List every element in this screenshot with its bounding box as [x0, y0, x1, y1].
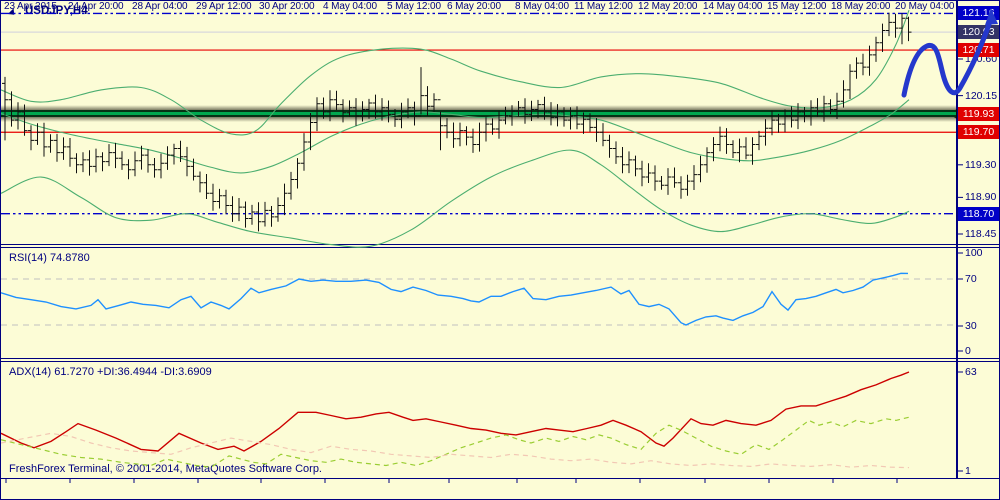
bollinger-upper-band	[1, 9, 910, 136]
price-axis-border	[956, 1, 958, 479]
time-axis-label: 28 Apr 04:00	[132, 1, 188, 12]
terminal-copyright: FreshForex Terminal, © 2001-2014, MetaQu…	[9, 463, 322, 475]
adx-axis-label: 63	[965, 366, 977, 378]
time-axis-label: 4 May 04:00	[323, 1, 377, 12]
adx-series-di	[1, 416, 910, 468]
chart-window: USDJPY,H4 RSI(14) 74.8780 ADX(14) 61.727…	[0, 0, 1000, 500]
price-badge-120-93: 120.93	[958, 25, 999, 40]
time-axis-label: 8 May 04:00	[515, 1, 569, 12]
bollinger-lower-band	[1, 149, 910, 248]
price-badge-121-16: 121.16	[958, 6, 999, 21]
time-axis-label: 23 Apr 2015	[4, 1, 57, 12]
time-axis-label: 29 Apr 12:00	[196, 1, 252, 12]
price-tick-label: 118.45	[965, 228, 997, 240]
price-badge-119-93: 119.93	[958, 106, 999, 121]
time-axis-label: 14 May 04:00	[703, 1, 763, 12]
adx-indicator-label: ADX(14) 61.7270 +DI:36.4944 -DI:3.6909	[9, 366, 212, 378]
panel-separator-main-rsi[interactable]	[1, 244, 999, 248]
price-badge-118-70: 118.70	[958, 206, 999, 221]
price-tick-label: 119.30	[965, 158, 997, 171]
time-axis-label: 18 May 20:00	[831, 1, 891, 12]
rsi-indicator-label: RSI(14) 74.8780	[9, 252, 90, 264]
rsi-axis-label: 30	[965, 320, 977, 332]
adx-series-adx	[1, 371, 910, 452]
time-axis-label: 30 Apr 20:00	[259, 1, 315, 12]
time-axis-label: 24 Apr 20:00	[68, 1, 124, 12]
chart-canvas[interactable]	[1, 1, 1000, 500]
price-badge-120-71: 120.71	[958, 43, 999, 58]
price-badge-pointer-icon	[949, 108, 957, 119]
time-axis-label: 5 May 12:00	[387, 1, 441, 12]
rsi-axis-label: 70	[965, 273, 977, 285]
bollinger-middle-band	[1, 99, 910, 174]
panel-separator-rsi-adx[interactable]	[1, 358, 999, 362]
time-axis-label: 12 May 20:00	[638, 1, 698, 12]
rsi-axis-label: 100	[965, 247, 983, 259]
rsi-line	[1, 272, 909, 326]
time-axis-label: 15 May 12:00	[767, 1, 827, 12]
time-axis-label: 6 May 20:00	[447, 1, 501, 12]
time-axis-label: 11 May 12:00	[574, 1, 633, 12]
rsi-axis-label: 0	[965, 345, 971, 357]
price-tick-label: 118.90	[965, 191, 997, 204]
time-axis-label: 20 May 04:00	[895, 1, 955, 12]
time-axis-border	[1, 478, 999, 479]
support-band-glow	[1, 105, 956, 123]
price-tick-label: 120.15	[965, 89, 998, 102]
ohlc-bars[interactable]	[2, 12, 912, 232]
price-badge-119-70: 119.70	[958, 125, 999, 140]
adx-axis-label: 1	[965, 465, 971, 477]
